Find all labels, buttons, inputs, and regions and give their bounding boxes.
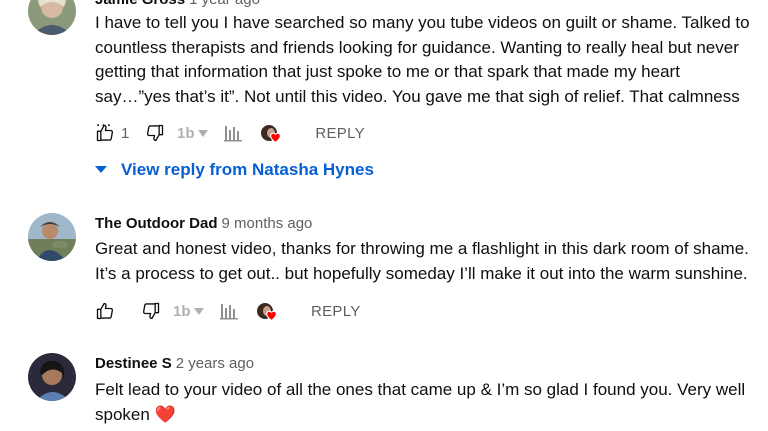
author-name[interactable]: Jamie Gross: [95, 0, 185, 8]
view-replies-button[interactable]: View reply from Natasha Hynes: [95, 158, 374, 182]
comment-header: Jamie Gross 1 year ago: [95, 0, 260, 8]
view-replies-label: View reply from Natasha Hynes: [121, 160, 374, 179]
thumb-down-icon[interactable]: [141, 299, 161, 323]
reply-button[interactable]: REPLY: [311, 299, 361, 323]
comment-text: Felt lead to your video of all the ones …: [95, 380, 746, 424]
avatar[interactable]: [28, 213, 76, 261]
comment-text: I have to tell you I have searched so ma…: [95, 13, 750, 130]
comment-header: The Outdoor Dad 9 months ago: [95, 215, 312, 232]
caret-down-icon: [95, 166, 107, 173]
comment-toolbar: 1b REPLY: [95, 299, 361, 323]
author-name[interactable]: The Outdoor Dad: [95, 215, 218, 232]
avatar[interactable]: [28, 0, 76, 35]
thumb-up-icon[interactable]: [95, 121, 115, 145]
thumb-down-icon[interactable]: [145, 121, 165, 145]
comment-time[interactable]: 2 years ago: [176, 355, 254, 372]
avatar[interactable]: [28, 353, 76, 401]
creator-heart-icon: [257, 299, 281, 323]
comment-time[interactable]: 9 months ago: [222, 215, 313, 232]
author-name[interactable]: Destinee S: [95, 355, 172, 372]
sort-rating-icon[interactable]: 1b: [173, 299, 207, 323]
creator-heart-icon: [261, 121, 285, 145]
sort-rating-icon[interactable]: 1b: [177, 121, 211, 145]
svg-text:1b: 1b: [173, 303, 191, 320]
svg-text:1b: 1b: [177, 125, 195, 142]
bar-chart-icon[interactable]: [219, 299, 239, 323]
reply-button[interactable]: REPLY: [315, 121, 365, 145]
bar-chart-icon[interactable]: [223, 121, 243, 145]
comment-text: Great and honest video, thanks for throw…: [95, 239, 749, 283]
thumb-up-icon[interactable]: [95, 299, 115, 323]
like-count: 1: [121, 124, 130, 142]
comment-toolbar: 1 1b REPLY: [95, 121, 365, 145]
comment-time[interactable]: 1 year ago: [189, 0, 260, 8]
comment-header: Destinee S2 years ago: [95, 355, 254, 372]
